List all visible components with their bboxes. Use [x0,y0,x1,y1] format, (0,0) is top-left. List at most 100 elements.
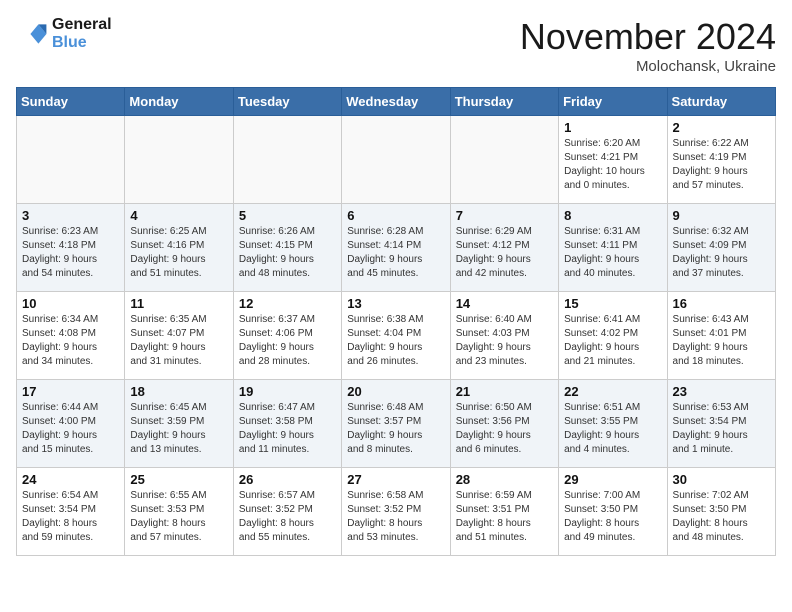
table-row: 26 Sunrise: 6:57 AMSunset: 3:52 PMDayligh… [233,468,341,556]
table-row: 8 Sunrise: 6:31 AMSunset: 4:11 PMDaylight… [559,204,667,292]
table-row [233,116,341,204]
calendar-week-row: 10 Sunrise: 6:34 AMSunset: 4:08 PMDayligh… [17,292,776,380]
day-number: 1 [564,120,661,135]
day-info: Sunrise: 6:34 AMSunset: 4:08 PMDaylight:… [22,313,119,369]
day-number: 13 [347,296,444,311]
calendar-week-row: 3Sunrise: 6:23 AMSunset: 4:18 PMDaylight… [17,204,776,292]
day-number: 15 [564,296,661,311]
table-row [17,116,125,204]
table-row: 9Sunrise: 6:32 AMSunset: 4:09 PMDaylight… [667,204,775,292]
header-monday: Monday [125,88,233,116]
day-number: 2 [673,120,770,135]
day-info: Sunrise: 6:44 AMSunset: 4:00 PMDaylight:… [22,401,119,457]
day-number: 25 [130,472,227,487]
table-row: 21 Sunrise: 6:50 AMSunset: 3:56 PMDayligh… [450,380,558,468]
table-row: 14 Sunrise: 6:40 AMSunset: 4:03 PMDayligh… [450,292,558,380]
day-number: 5 [239,208,336,223]
day-number: 19 [239,384,336,399]
table-row [450,116,558,204]
day-number: 6 [347,208,444,223]
table-row: 6 Sunrise: 6:28 AMSunset: 4:14 PMDaylight… [342,204,450,292]
day-info: Sunrise: 6:45 AMSunset: 3:59 PMDaylight:… [130,401,227,457]
day-info: Sunrise: 6:28 AMSunset: 4:14 PMDaylight:… [347,225,444,281]
day-number: 30 [673,472,770,487]
table-row: 4Sunrise: 6:25 AMSunset: 4:16 PMDaylight… [125,204,233,292]
table-row: 12Sunrise: 6:37 AMSunset: 4:06 PMDayligh… [233,292,341,380]
day-number: 28 [456,472,553,487]
day-info: Sunrise: 6:51 AMSunset: 3:55 PMDaylight:… [564,401,661,457]
day-info: Sunrise: 6:41 AMSunset: 4:02 PMDaylight:… [564,313,661,369]
day-info: Sunrise: 6:48 AMSunset: 3:57 PMDaylight:… [347,401,444,457]
logo: General Blue [16,16,112,52]
day-number: 16 [673,296,770,311]
table-row: 3Sunrise: 6:23 AMSunset: 4:18 PMDaylight… [17,204,125,292]
table-row: 16Sunrise: 6:43 AMSunset: 4:01 PMDayligh… [667,292,775,380]
day-number: 18 [130,384,227,399]
day-info: Sunrise: 6:25 AMSunset: 4:16 PMDaylight:… [130,225,227,281]
calendar-week-row: 24 Sunrise: 6:54 AMSunset: 3:54 PMDayligh… [17,468,776,556]
day-info: Sunrise: 6:26 AMSunset: 4:15 PMDaylight:… [239,225,336,281]
table-row: 30 Sunrise: 7:02 AMSunset: 3:50 PMDayligh… [667,468,775,556]
header-wednesday: Wednesday [342,88,450,116]
table-row [125,116,233,204]
day-info: Sunrise: 6:47 AMSunset: 3:58 PMDaylight:… [239,401,336,457]
day-info: Sunrise: 6:53 AMSunset: 3:54 PMDaylight:… [673,401,770,457]
day-info: Sunrise: 6:59 AMSunset: 3:51 PMDaylight:… [456,489,553,545]
day-info: Sunrise: 6:31 AMSunset: 4:11 PMDaylight:… [564,225,661,281]
header-thursday: Thursday [450,88,558,116]
day-info: Sunrise: 6:40 AMSunset: 4:03 PMDaylight:… [456,313,553,369]
day-info: Sunrise: 6:57 AMSunset: 3:52 PMDaylight:… [239,489,336,545]
table-row: 27 Sunrise: 6:58 AMSunset: 3:52 PMDayligh… [342,468,450,556]
day-info: Sunrise: 6:35 AMSunset: 4:07 PMDaylight:… [130,313,227,369]
table-row [342,116,450,204]
day-number: 29 [564,472,661,487]
day-number: 22 [564,384,661,399]
day-info: Sunrise: 6:29 AMSunset: 4:12 PMDaylight:… [456,225,553,281]
table-row: 18 Sunrise: 6:45 AMSunset: 3:59 PMDayligh… [125,380,233,468]
day-number: 10 [22,296,119,311]
table-row: 24 Sunrise: 6:54 AMSunset: 3:54 PMDayligh… [17,468,125,556]
day-number: 21 [456,384,553,399]
table-row: 23 Sunrise: 6:53 AMSunset: 3:54 PMDayligh… [667,380,775,468]
table-row: 5 Sunrise: 6:26 AMSunset: 4:15 PMDaylight… [233,204,341,292]
table-row: 7Sunrise: 6:29 AMSunset: 4:12 PMDaylight… [450,204,558,292]
day-info: Sunrise: 6:55 AMSunset: 3:53 PMDaylight:… [130,489,227,545]
location: Molochansk, Ukraine [520,58,776,75]
day-info: Sunrise: 6:32 AMSunset: 4:09 PMDaylight:… [673,225,770,281]
day-info: Sunrise: 6:20 AMSunset: 4:21 PMDaylight:… [564,137,661,193]
day-number: 27 [347,472,444,487]
day-number: 26 [239,472,336,487]
table-row: 2 Sunrise: 6:22 AMSunset: 4:19 PMDaylight… [667,116,775,204]
table-row: 22 Sunrise: 6:51 AMSunset: 3:55 PMDayligh… [559,380,667,468]
day-number: 11 [130,296,227,311]
logo-text: General Blue [52,16,112,52]
table-row: 29Sunrise: 7:00 AMSunset: 3:50 PMDayligh… [559,468,667,556]
day-info: Sunrise: 7:02 AMSunset: 3:50 PMDaylight:… [673,489,770,545]
day-info: Sunrise: 6:58 AMSunset: 3:52 PMDaylight:… [347,489,444,545]
day-number: 8 [564,208,661,223]
calendar-table: Sunday Monday Tuesday Wednesday Thursday… [16,87,776,556]
day-number: 14 [456,296,553,311]
logo-icon [16,18,48,50]
table-row: 13Sunrise: 6:38 AMSunset: 4:04 PMDayligh… [342,292,450,380]
table-row: 11 Sunrise: 6:35 AMSunset: 4:07 PMDayligh… [125,292,233,380]
day-number: 24 [22,472,119,487]
header-sunday: Sunday [17,88,125,116]
header-tuesday: Tuesday [233,88,341,116]
header-saturday: Saturday [667,88,775,116]
table-row: 25 Sunrise: 6:55 AMSunset: 3:53 PMDayligh… [125,468,233,556]
day-info: Sunrise: 6:50 AMSunset: 3:56 PMDaylight:… [456,401,553,457]
day-number: 12 [239,296,336,311]
day-info: Sunrise: 6:22 AMSunset: 4:19 PMDaylight:… [673,137,770,193]
page-header: General Blue November 2024 Molochansk, U… [16,16,776,75]
day-info: Sunrise: 6:54 AMSunset: 3:54 PMDaylight:… [22,489,119,545]
day-number: 23 [673,384,770,399]
title-area: November 2024 Molochansk, Ukraine [520,16,776,75]
table-row: 19 Sunrise: 6:47 AMSunset: 3:58 PMDayligh… [233,380,341,468]
table-row: 17Sunrise: 6:44 AMSunset: 4:00 PMDayligh… [17,380,125,468]
month-title: November 2024 [520,16,776,58]
header-friday: Friday [559,88,667,116]
calendar-week-row: 1 Sunrise: 6:20 AMSunset: 4:21 PMDaylight… [17,116,776,204]
day-number: 20 [347,384,444,399]
calendar-header-row: Sunday Monday Tuesday Wednesday Thursday… [17,88,776,116]
